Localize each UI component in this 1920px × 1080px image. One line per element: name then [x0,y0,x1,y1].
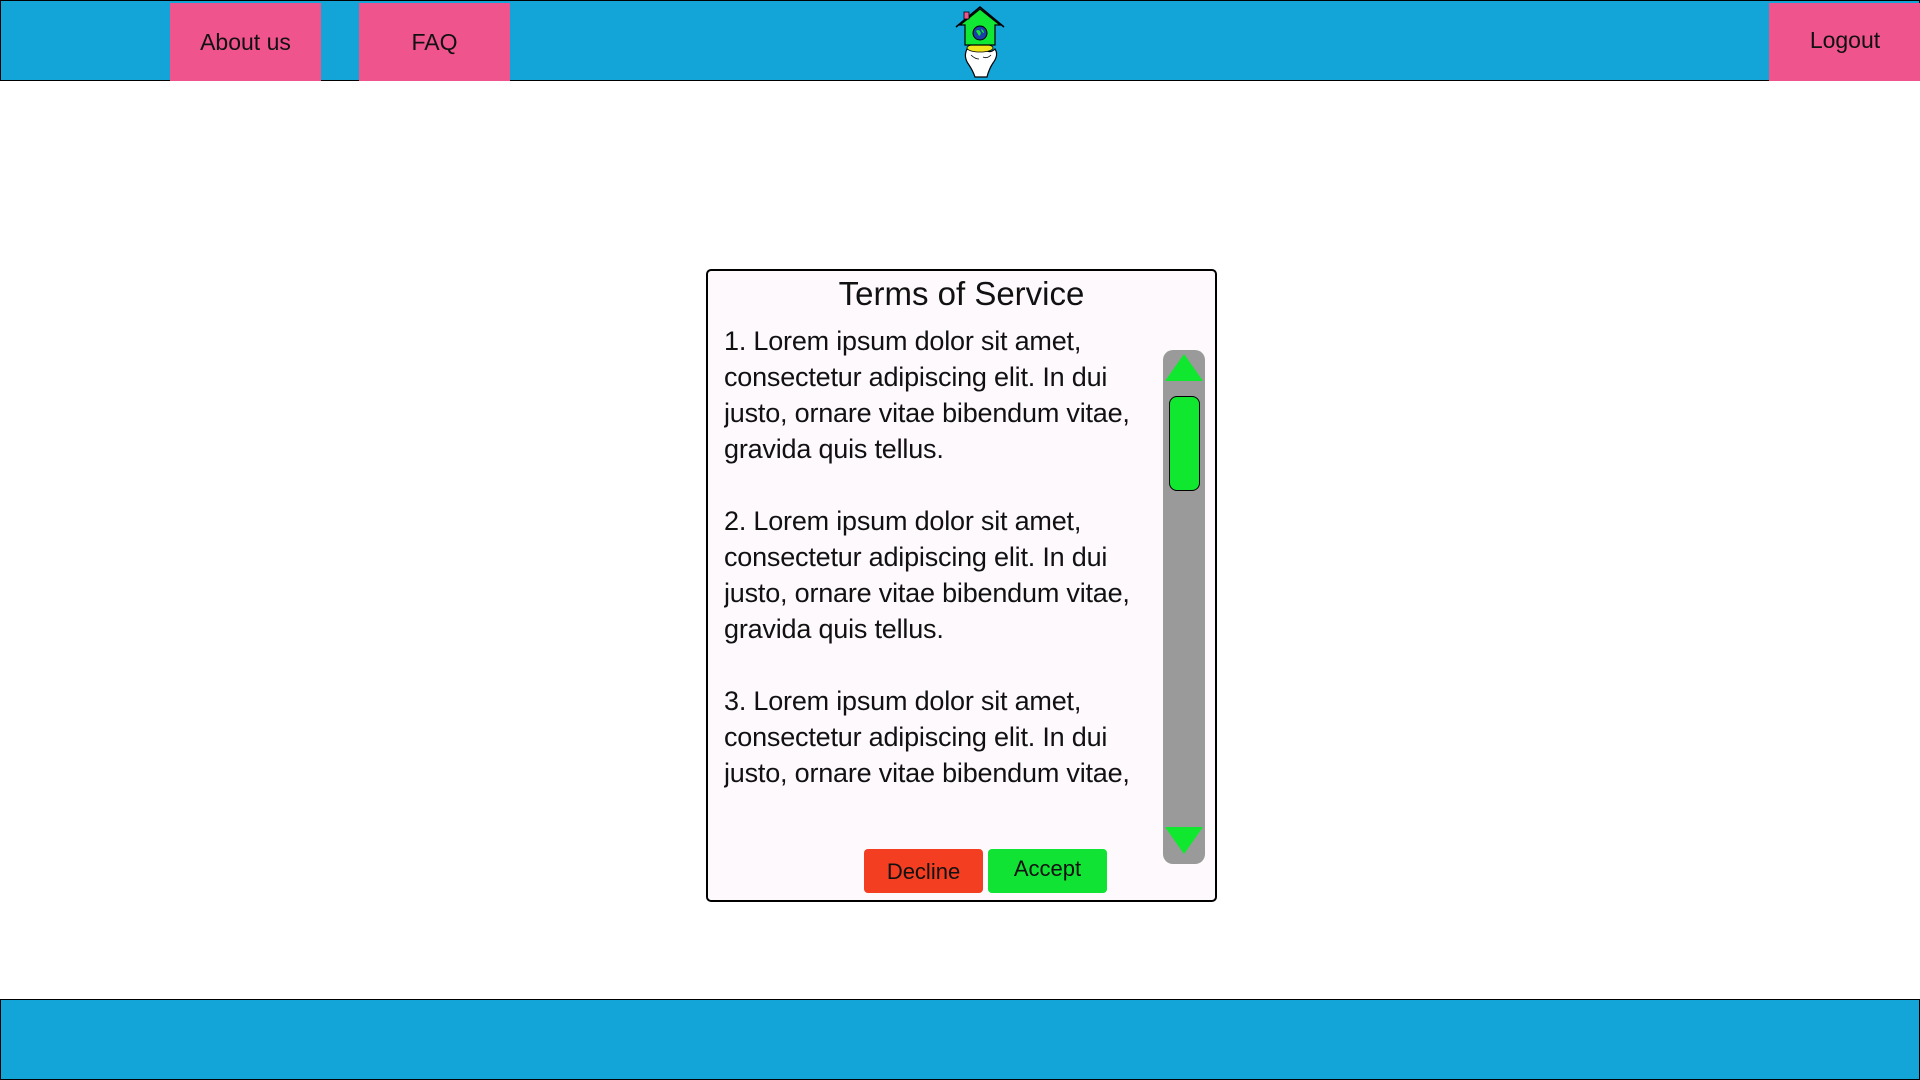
decline-button[interactable]: Decline [864,849,983,893]
terms-modal: Terms of Service 1. Lorem ipsum dolor si… [706,269,1217,902]
footer-bar [0,999,1920,1080]
header-bar: About us FAQ Logout [0,0,1920,81]
page: About us FAQ Logout Terms of Service 1. … [0,0,1920,1080]
term-item: 1. Lorem ipsum dolor sit amet, consectet… [724,326,1130,464]
accept-button[interactable]: Accept [988,849,1107,893]
about-us-button[interactable]: About us [170,3,321,81]
faq-button[interactable]: FAQ [359,3,510,81]
term-item: 2. Lorem ipsum dolor sit amet, consectet… [724,506,1130,644]
logo-svg [955,5,1005,78]
house-in-hand-logo-icon[interactable] [953,5,1007,81]
scrollbar-track[interactable] [1163,350,1205,864]
scroll-up-arrow-icon[interactable] [1165,354,1203,381]
scrollbar-thumb[interactable] [1169,396,1200,491]
scroll-down-arrow-icon[interactable] [1165,827,1203,854]
modal-title: Terms of Service [838,275,1085,312]
term-item: 3. Lorem ipsum dolor sit amet, consectet… [724,686,1130,788]
logout-button[interactable]: Logout [1769,3,1920,81]
terms-text-area[interactable]: 1. Lorem ipsum dolor sit amet, consectet… [724,323,1176,793]
